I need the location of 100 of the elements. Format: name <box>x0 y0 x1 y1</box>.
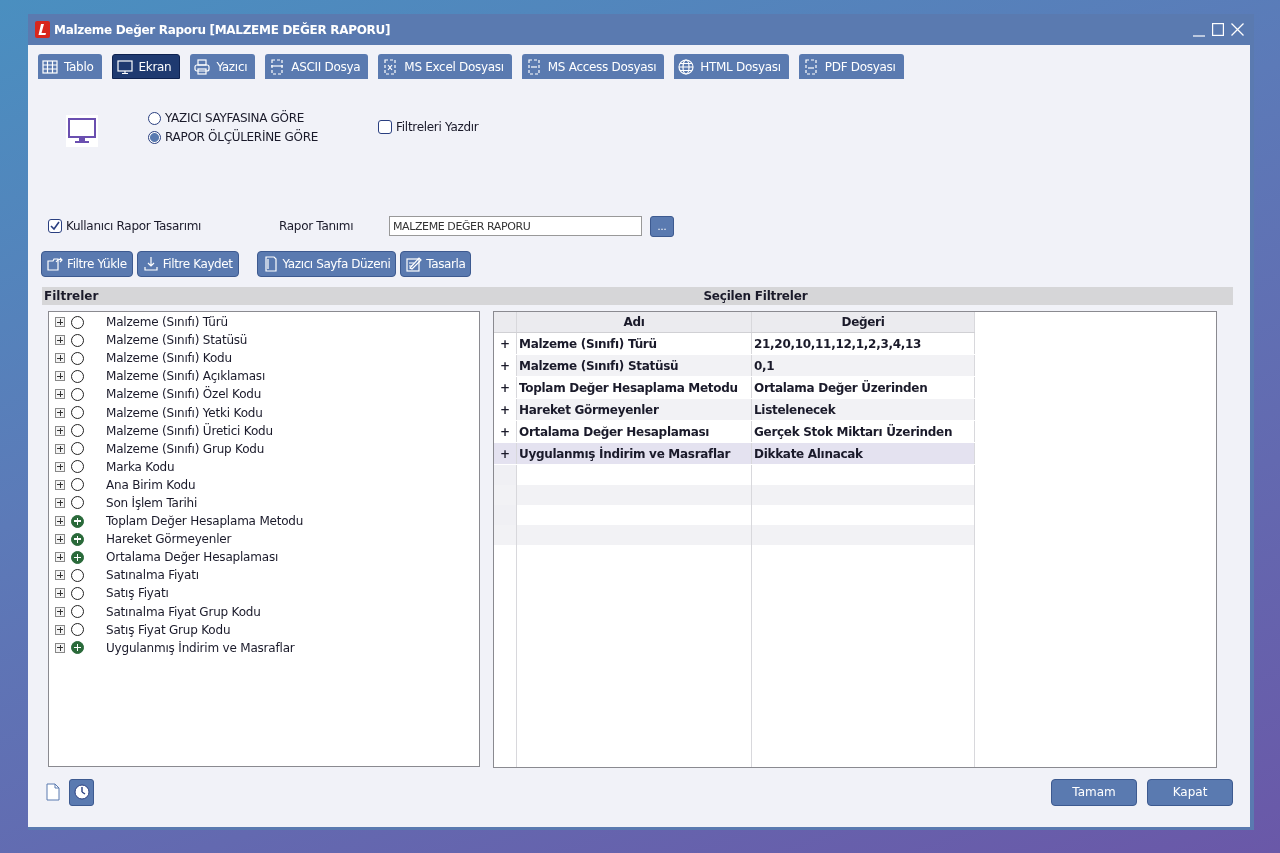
document-icon <box>269 58 286 75</box>
expand-icon[interactable] <box>55 407 65 418</box>
close-icon[interactable] <box>1231 23 1244 36</box>
filter-item[interactable]: Malzeme (Sınıfı) Üretici Kodu <box>106 423 273 438</box>
document-icon <box>525 58 542 75</box>
output-tab[interactable]: HTML Dosyası <box>674 54 789 79</box>
table-cell: Ortalama Değer Hesaplaması <box>516 420 752 443</box>
expand-icon[interactable] <box>55 479 65 490</box>
column-header[interactable]: Adı <box>516 312 752 333</box>
expand-marker[interactable]: + <box>494 332 517 355</box>
app-logo-icon <box>35 21 50 38</box>
grid-row[interactable]: + Hareket Görmeyenler Listelenecek <box>494 398 1216 421</box>
filter-item[interactable]: Satınalma Fiyat Grup Kodu <box>106 604 261 619</box>
filter-item[interactable]: Malzeme (Sınıfı) Yetki Kodu <box>106 405 263 420</box>
filter-item[interactable]: Malzeme (Sınıfı) Statüsü <box>106 333 248 348</box>
action-button[interactable]: Tasarla <box>400 251 472 277</box>
expand-icon[interactable] <box>55 606 65 617</box>
output-tab[interactable]: MS Access Dosyası <box>521 54 665 79</box>
action-button[interactable]: Yazıcı Sayfa Düzeni <box>256 251 397 277</box>
printer-icon <box>194 58 211 75</box>
dialog-button[interactable]: Tamam <box>1051 778 1137 806</box>
expand-icon[interactable] <box>55 534 65 545</box>
filter-item[interactable]: Malzeme (Sınıfı) Grup Kodu <box>106 441 265 456</box>
table-cell: Toplam Değer Hesaplama Metodu <box>516 376 752 399</box>
output-tab[interactable]: Yazıcı <box>190 54 256 79</box>
folder-icon <box>47 256 63 272</box>
monitor-icon <box>116 58 133 75</box>
output-tab[interactable]: PDF Dosyası <box>798 54 904 79</box>
table-cell: 21,20,10,11,12,1,2,3,4,13 <box>751 332 975 355</box>
expand-icon[interactable] <box>55 317 65 328</box>
table-cell: Ortalama Değer Üzerinden <box>751 376 975 399</box>
monitor-icon <box>66 115 98 147</box>
expand-icon[interactable] <box>55 425 65 436</box>
edit-icon <box>406 256 423 272</box>
expand-icon[interactable] <box>55 335 65 346</box>
clock-button[interactable] <box>69 778 94 806</box>
filter-item[interactable]: Marka Kodu <box>106 459 175 474</box>
expand-icon[interactable] <box>55 642 65 653</box>
table-cell: 0,1 <box>751 354 975 377</box>
expand-icon[interactable] <box>55 498 65 508</box>
download-icon <box>142 256 159 272</box>
column-header[interactable]: Değeri <box>751 312 975 333</box>
filter-item[interactable]: Uygulanmış İndirim ve Masraflar <box>106 640 295 655</box>
output-tab[interactable]: Ekran <box>111 54 181 79</box>
expand-icon[interactable] <box>55 552 65 563</box>
expand-icon[interactable] <box>55 624 65 635</box>
filter-item[interactable]: Satış Fiyat Grup Kodu <box>106 622 231 637</box>
table-icon <box>42 58 58 75</box>
filter-item[interactable]: Malzeme (Sınıfı) Kodu <box>106 351 232 366</box>
user-design-checkbox[interactable]: Kullanıcı Rapor Tasarımı <box>48 219 279 233</box>
filter-item[interactable]: Toplam Değer Hesaplama Metodu <box>106 514 304 529</box>
filter-item[interactable]: Satınalma Fiyatı <box>106 568 199 583</box>
grid-row[interactable]: + Malzeme (Sınıfı) Statüsü 0,1 <box>494 354 1216 377</box>
filter-item[interactable]: Malzeme (Sınıfı) Özel Kodu <box>106 387 262 402</box>
document-icon <box>802 58 819 75</box>
table-cell: Uygulanmış İndirim ve Masraflar <box>516 442 752 465</box>
window-title: Malzeme Değer Raporu [MALZEME DEĞER RAPORU] <box>54 22 391 37</box>
browse-button[interactable]: ... <box>650 215 674 237</box>
output-tab[interactable]: ASCII Dosya <box>265 54 369 79</box>
filter-item[interactable]: Hareket Görmeyenler <box>106 532 232 547</box>
expand-icon[interactable] <box>55 461 65 472</box>
expand-icon[interactable] <box>55 371 65 382</box>
expand-icon[interactable] <box>55 353 65 364</box>
table-cell: Dikkate Alınacak <box>751 442 975 465</box>
grid-row[interactable]: + Ortalama Değer Hesaplaması Gerçek Stok Miktarı Üzerinden <box>494 420 1216 443</box>
page-icon <box>262 256 279 272</box>
clock-icon <box>73 784 90 800</box>
selected-filters-heading: Seçilen Filtreler <box>703 289 808 303</box>
checkmark-icon <box>49 220 61 232</box>
filter-item[interactable]: Malzeme (Sınıfı) Açıklaması <box>106 369 266 384</box>
report-definition-label: Rapor Tanımı <box>279 219 355 233</box>
expand-marker[interactable]: + <box>494 442 517 465</box>
grid-row[interactable]: + Toplam Değer Hesaplama Metodu Ortalama Değer Üzerinden <box>494 376 1216 399</box>
grid-row[interactable]: + Malzeme (Sınıfı) Türü 21,20,10,11,12,1,2,3,4,13 <box>494 332 1216 355</box>
expand-icon[interactable] <box>55 588 65 599</box>
output-tab[interactable]: MS Excel Dosyası <box>378 54 512 79</box>
expand-icon[interactable] <box>55 516 65 527</box>
report-definition-field[interactable]: MALZEME DEĞER RAPORU <box>389 216 642 236</box>
grid-row[interactable]: + Uygulanmış İndirim ve Masraflar Dikkate Alınacak <box>494 442 1216 465</box>
maximize-icon[interactable] <box>1212 23 1224 36</box>
radio-option[interactable]: RAPOR ÖLÇÜLERİNE GÖRE <box>148 130 319 144</box>
table-cell: Malzeme (Sınıfı) Statüsü <box>516 354 752 377</box>
document-icon[interactable] <box>46 783 60 801</box>
table-cell: Gerçek Stok Miktarı Üzerinden <box>751 420 975 443</box>
filter-item[interactable]: Son İşlem Tarihi <box>106 496 198 510</box>
output-tab[interactable]: Tablo <box>38 54 102 79</box>
expand-icon[interactable] <box>55 389 65 400</box>
dialog-button[interactable]: Kapat <box>1147 778 1233 806</box>
filter-item[interactable]: Ortalama Değer Hesaplaması <box>106 550 279 565</box>
filters-heading: Filtreler <box>43 289 99 303</box>
table-cell: Hareket Görmeyenler <box>516 398 752 421</box>
expand-icon[interactable] <box>55 443 65 454</box>
filter-item[interactable]: Malzeme (Sınıfı) Türü <box>106 315 228 330</box>
radio-option[interactable]: YAZICI SAYFASINA GÖRE <box>148 111 319 125</box>
action-button[interactable]: Filtre Yükle <box>41 251 133 277</box>
filter-item[interactable]: Satış Fiyatı <box>106 586 169 601</box>
expand-icon[interactable] <box>55 570 65 581</box>
action-button[interactable]: Filtre Kaydet <box>136 251 239 277</box>
filter-item[interactable]: Ana Birim Kodu <box>106 477 196 492</box>
print-filters-checkbox[interactable]: Filtreleri Yazdır <box>378 120 479 134</box>
